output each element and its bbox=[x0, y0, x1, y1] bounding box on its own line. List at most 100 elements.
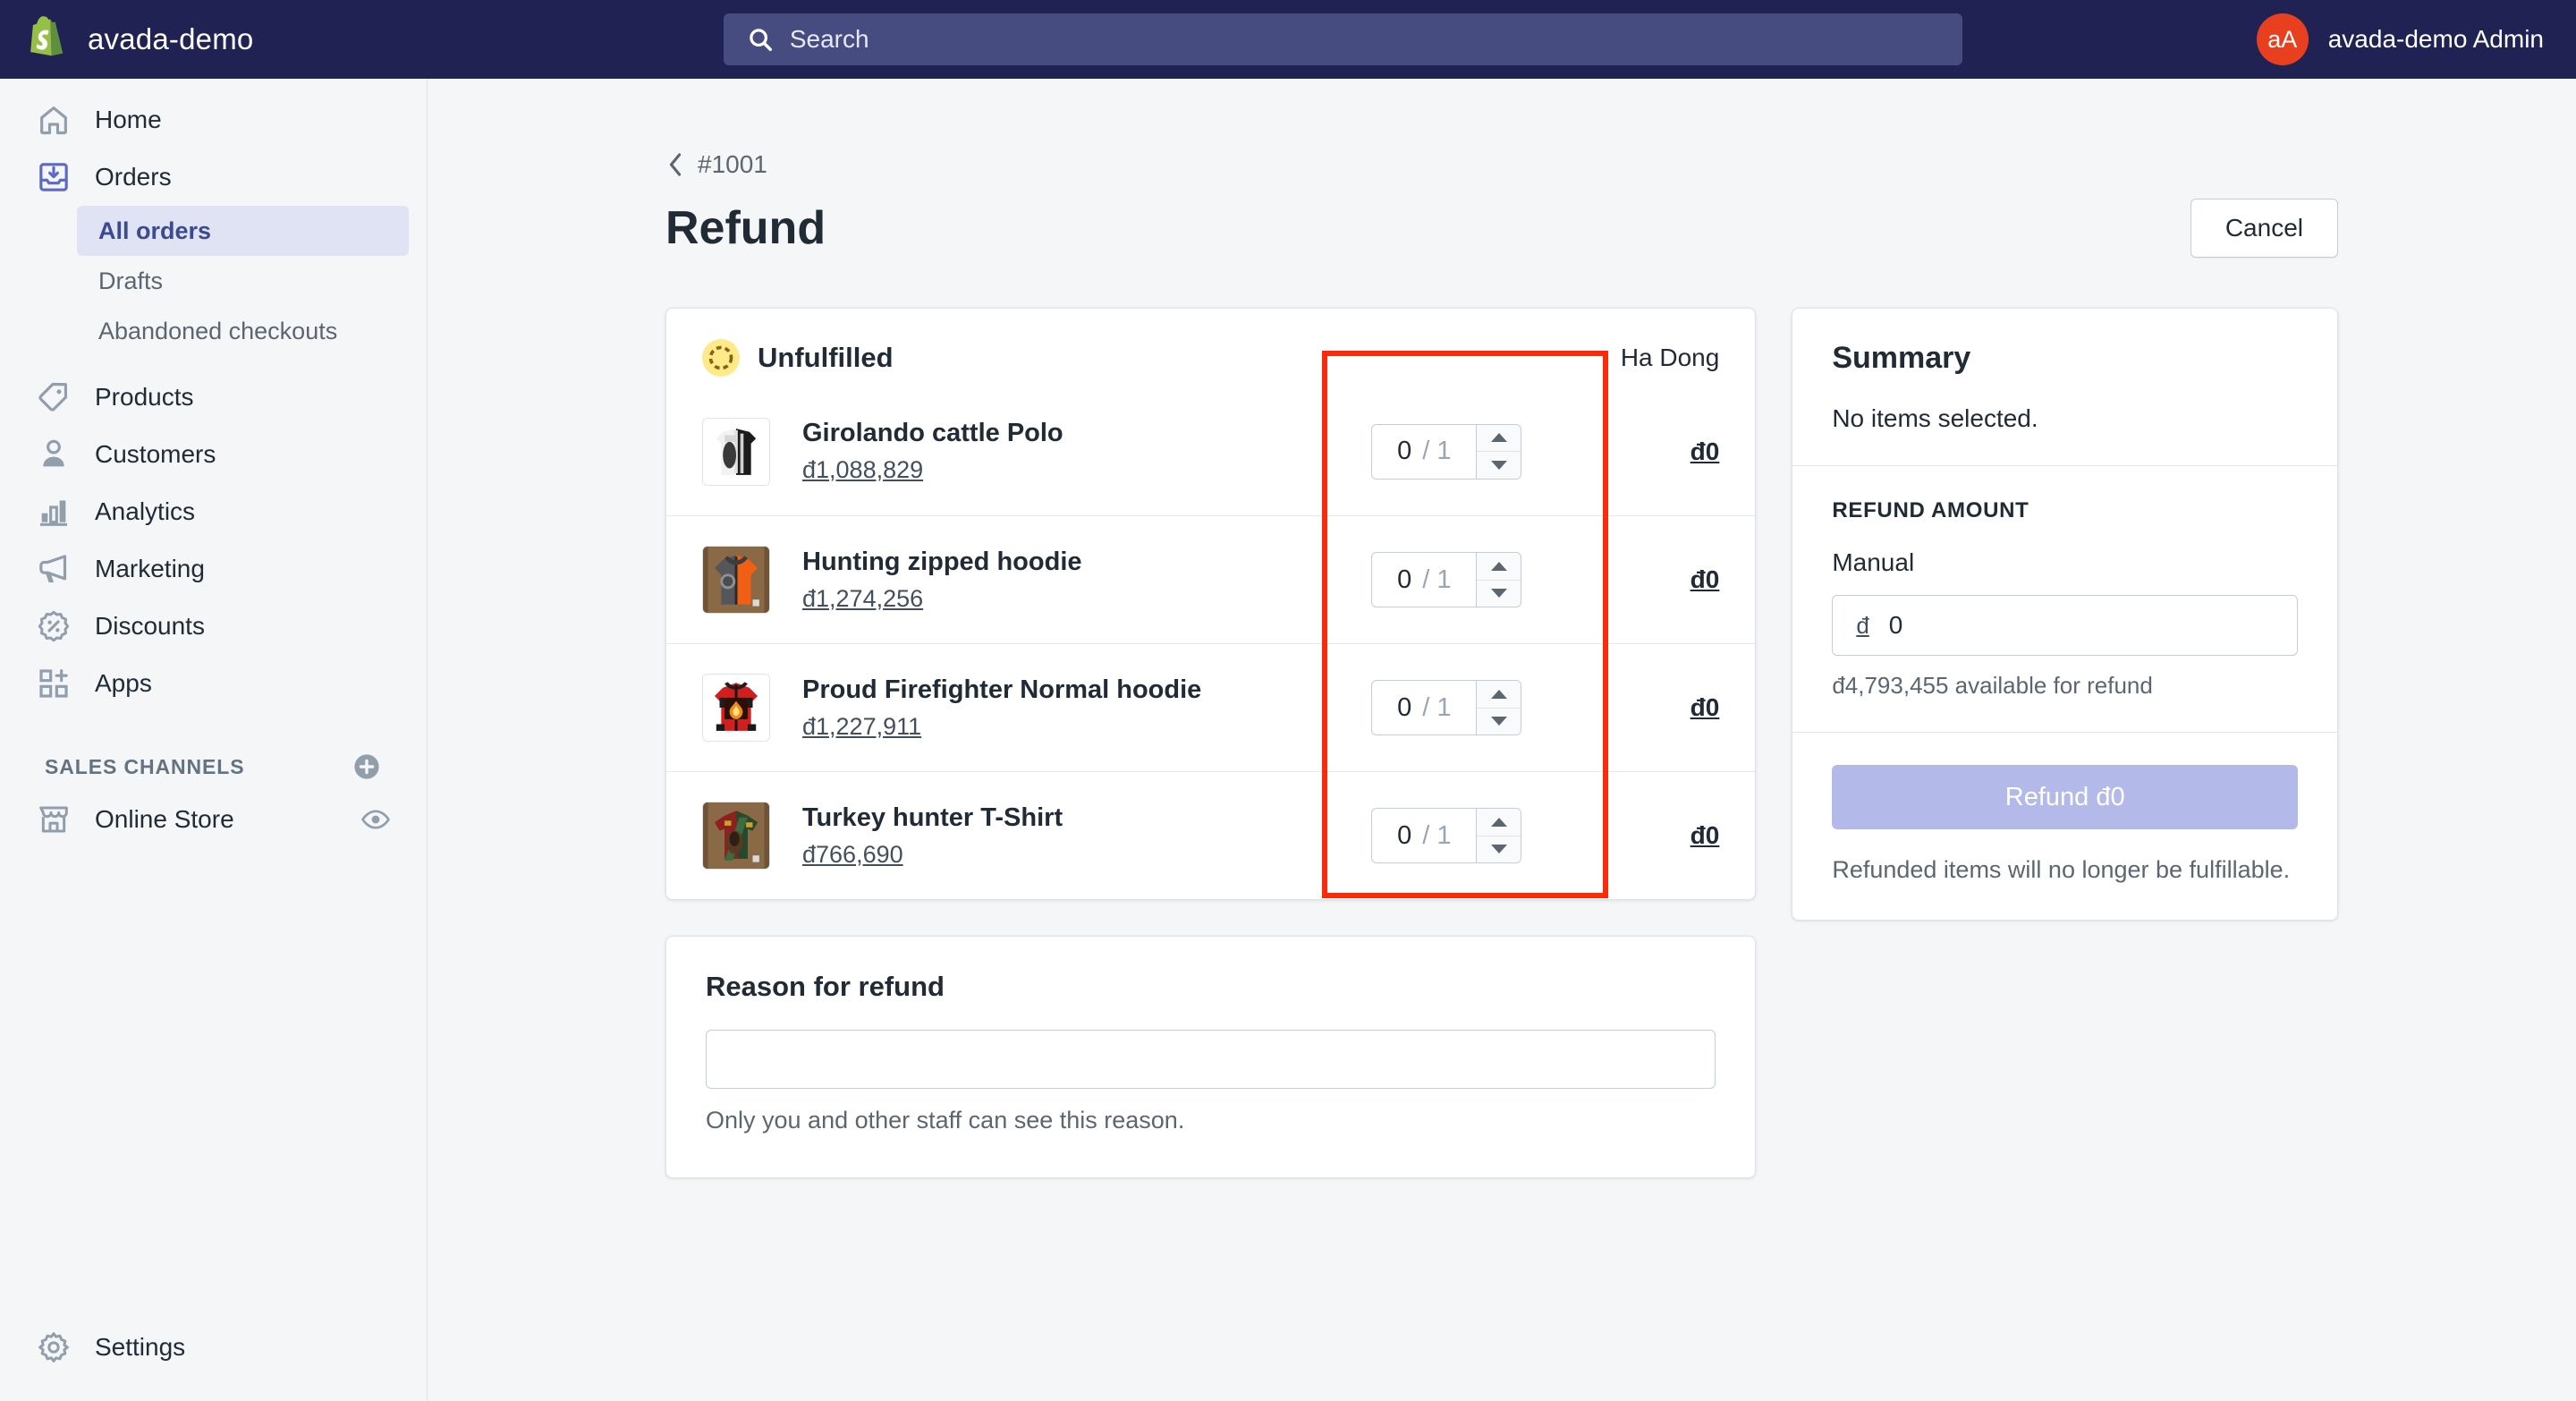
sidebar-item-orders[interactable]: Orders bbox=[18, 149, 409, 206]
page-title-row: Refund Cancel bbox=[665, 199, 2338, 258]
product-thumbnail bbox=[702, 417, 770, 486]
tshirt-red-green-icon bbox=[703, 802, 769, 869]
brand-area[interactable]: avada-demo bbox=[0, 0, 429, 79]
quantity-cell: 0 / 1 bbox=[1335, 423, 1558, 480]
quantity-stepper[interactable]: 0 / 1 bbox=[1371, 808, 1522, 863]
person-icon bbox=[43, 439, 64, 467]
stepper-arrows bbox=[1476, 681, 1521, 734]
sidebar-item-all-orders[interactable]: All orders bbox=[77, 206, 409, 256]
product-name: Proud Firefighter Normal hoodie bbox=[802, 675, 1202, 704]
user-menu[interactable]: aA avada-demo Admin bbox=[2256, 13, 2576, 65]
percent-badge-icon bbox=[38, 610, 70, 642]
table-row: Turkey hunter T-Shirt đ766,690 0 / 1 đ0 bbox=[666, 771, 1756, 899]
sidebar-item-analytics[interactable]: Analytics bbox=[18, 483, 409, 540]
stepper-arrows bbox=[1476, 553, 1521, 607]
sidebar-item-abandoned-checkouts[interactable]: Abandoned checkouts bbox=[77, 306, 409, 356]
search-input[interactable]: Search bbox=[723, 13, 1962, 65]
quantity-input[interactable]: 0 / 1 bbox=[1372, 553, 1476, 607]
product-name: Girolando cattle Polo bbox=[802, 419, 1063, 447]
reason-input[interactable] bbox=[706, 1030, 1716, 1089]
megaphone-icon bbox=[39, 555, 67, 582]
quantity-decrement-button[interactable] bbox=[1477, 835, 1521, 863]
row-amount: đ0 bbox=[1690, 437, 1720, 465]
quantity-increment-button[interactable] bbox=[1477, 809, 1521, 836]
sidebar-item-label: Discounts bbox=[95, 612, 205, 640]
sidebar-item-online-store[interactable]: Online Store bbox=[18, 791, 409, 848]
quantity-input[interactable]: 0 / 1 bbox=[1372, 681, 1476, 734]
sidebar-item-home[interactable]: Home bbox=[18, 91, 409, 149]
sidebar-item-label: Analytics bbox=[95, 497, 196, 525]
sidebar-item-label: Products bbox=[95, 383, 194, 411]
fulfillment-card-header: Unfulfilled Ha Dong bbox=[666, 309, 1755, 387]
product-name: Hunting zipped hoodie bbox=[802, 547, 1082, 576]
quantity-stepper[interactable]: 0 / 1 bbox=[1371, 680, 1522, 735]
quantity-cell: 0 / 1 bbox=[1335, 680, 1558, 735]
user-name: avada-demo Admin bbox=[2327, 25, 2544, 53]
top-bar: avada-demo Search aA avada-demo Admin bbox=[0, 0, 2576, 79]
row-amount: đ0 bbox=[1690, 693, 1720, 721]
breadcrumb[interactable]: #1001 bbox=[665, 150, 767, 179]
table-row: Proud Firefighter Normal hoodie đ1,227,9… bbox=[666, 643, 1756, 771]
sidebar-item-drafts[interactable]: Drafts bbox=[77, 256, 409, 306]
home-icon bbox=[40, 106, 67, 135]
brand-name: avada-demo bbox=[88, 22, 254, 55]
sidebar-item-marketing[interactable]: Marketing bbox=[18, 540, 409, 598]
quantity-stepper[interactable]: 0 / 1 bbox=[1371, 423, 1522, 480]
quantity-input[interactable]: 0 / 1 bbox=[1372, 809, 1476, 862]
sidebar-item-label: Online Store bbox=[95, 805, 234, 833]
sidebar-item-label: Home bbox=[95, 106, 162, 133]
quantity-input[interactable]: 0 / 1 bbox=[1372, 425, 1476, 479]
product-info: Turkey hunter T-Shirt đ766,690 bbox=[802, 803, 1335, 869]
sidebar-item-discounts[interactable]: Discounts bbox=[18, 598, 409, 655]
currency-symbol: đ bbox=[1856, 611, 1869, 639]
product-info: Girolando cattle Polo đ1,088,829 bbox=[802, 419, 1335, 484]
product-thumbnail bbox=[702, 546, 770, 614]
chevron-left-icon bbox=[669, 153, 682, 176]
eye-icon[interactable] bbox=[360, 804, 391, 835]
settings-row: Settings bbox=[0, 1319, 428, 1376]
sidebar-item-settings[interactable]: Settings bbox=[18, 1319, 410, 1376]
quantity-decrement-button[interactable] bbox=[1477, 579, 1521, 607]
bar-chart-icon bbox=[40, 500, 67, 526]
status-badge: Unfulfilled bbox=[758, 342, 894, 373]
product-thumbnail bbox=[702, 674, 770, 742]
sidebar: Home Orders All orders Drafts Abandoned … bbox=[0, 79, 428, 1401]
quantity-cell: 0 / 1 bbox=[1335, 808, 1558, 863]
right-column: Summary No items selected. REFUND AMOUNT… bbox=[1792, 308, 2338, 921]
product-thumbnail bbox=[702, 802, 770, 870]
search-icon bbox=[750, 29, 772, 51]
cancel-button[interactable]: Cancel bbox=[2190, 199, 2338, 258]
quantity-decrement-button[interactable] bbox=[1477, 707, 1521, 735]
sidebar-item-apps[interactable]: Apps bbox=[18, 655, 409, 712]
summary-title: Summary bbox=[1832, 341, 1971, 375]
quantity-value: 0 bbox=[1397, 820, 1412, 850]
stepper-arrows bbox=[1476, 424, 1521, 479]
main-content: #1001 Refund Cancel Unfulfilled Ha Dong … bbox=[428, 79, 2576, 1401]
product-name: Turkey hunter T-Shirt bbox=[802, 802, 1063, 832]
orders-inbox-icon bbox=[39, 163, 68, 191]
sidebar-item-customers[interactable]: Customers bbox=[18, 426, 409, 483]
quantity-stepper[interactable]: 0 / 1 bbox=[1371, 552, 1522, 607]
dotted-circle-icon bbox=[702, 339, 740, 377]
storefront-icon bbox=[39, 806, 68, 833]
breadcrumb-label: #1001 bbox=[698, 150, 767, 178]
polo-shirt-black-white-icon bbox=[703, 418, 769, 485]
jacket-red-fire-icon bbox=[703, 675, 769, 741]
quantity-decrement-button[interactable] bbox=[1477, 451, 1521, 479]
gear-icon bbox=[38, 1332, 69, 1363]
reason-title: Reason for refund bbox=[706, 971, 945, 1002]
sidebar-item-label: Orders bbox=[95, 163, 172, 191]
quantity-increment-button[interactable] bbox=[1477, 425, 1521, 452]
summary-section: Summary No items selected. bbox=[1792, 309, 2337, 465]
manual-amount-input[interactable]: đ 0 bbox=[1832, 595, 2298, 656]
avatar: aA bbox=[2256, 13, 2309, 65]
product-price: đ1,274,256 bbox=[802, 584, 924, 612]
reason-card: Reason for refund Only you and other sta… bbox=[665, 936, 1757, 1178]
plus-circle-icon[interactable] bbox=[352, 751, 382, 782]
refund-button[interactable]: Refund đ0 bbox=[1832, 765, 2298, 829]
quantity-increment-button[interactable] bbox=[1477, 681, 1521, 708]
sidebar-item-products[interactable]: Products bbox=[18, 369, 409, 426]
sidebar-item-label: Customers bbox=[95, 440, 216, 468]
quantity-value: 0 bbox=[1397, 437, 1412, 465]
quantity-increment-button[interactable] bbox=[1477, 553, 1521, 580]
